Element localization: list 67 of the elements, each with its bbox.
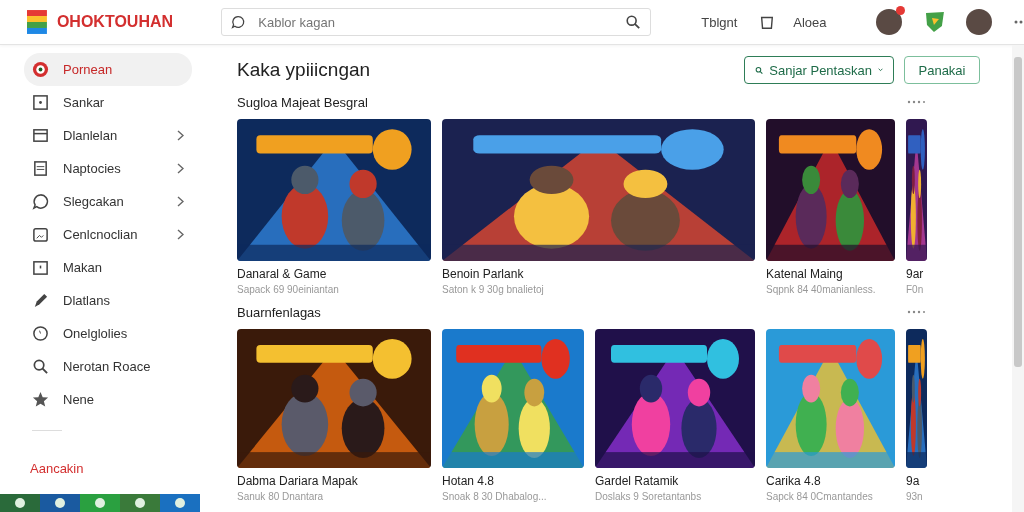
header-link[interactable]: Tblgnt <box>701 14 738 30</box>
logo-icon <box>27 10 47 34</box>
sidebar-item[interactable]: Onelglolies <box>24 317 192 350</box>
window-icon <box>32 127 49 144</box>
calendar-icon <box>32 259 49 276</box>
section-heading: Sugloa Majeat Besgral <box>237 94 369 110</box>
taskbar-icon[interactable] <box>160 494 200 512</box>
sidebar-item[interactable]: Cenlcnoclian <box>24 218 192 251</box>
sidebar-item[interactable]: Dlatlans <box>24 284 192 317</box>
square-icon <box>32 94 49 111</box>
clock-icon <box>32 325 49 342</box>
card-subtitle: Doslaks 9 Soretantanbs <box>595 491 703 502</box>
card-subtitle: Sanuk 80 Dnantara <box>237 491 325 502</box>
sidebar-item[interactable]: Pornean <box>24 53 192 86</box>
action-button[interactable]: Panakai <box>904 56 980 84</box>
filter-button[interactable]: Sanjar Pentaskan <box>744 56 894 84</box>
sidebar-item[interactable]: Nene <box>24 383 192 416</box>
avatar[interactable] <box>876 9 903 35</box>
card-title[interactable]: Dabma Dariara Mapak <box>237 474 431 488</box>
chat-icon <box>231 15 246 29</box>
taskbar-icon[interactable] <box>0 494 40 512</box>
card-subtitle: Sqpnk 84 40manianless. <box>766 284 877 295</box>
sidebar-item[interactable]: Naptocies <box>24 152 192 185</box>
sidebar-item[interactable]: Sankar <box>24 86 192 119</box>
section-heading: Buarnfenlagas <box>237 304 322 320</box>
bag-icon[interactable] <box>759 14 776 30</box>
more-icon[interactable] <box>1014 20 1024 24</box>
search-icon <box>625 14 642 30</box>
sidebar-item[interactable]: Makan <box>24 251 192 284</box>
sidebar-item[interactable]: Nerotan Roace <box>24 350 192 383</box>
star-icon <box>32 391 49 408</box>
taskbar-icon[interactable] <box>120 494 160 512</box>
card-subtitle: Saton k 9 30g bnalietoj <box>442 284 545 295</box>
card-title[interactable]: Hotan 4.8 <box>442 474 584 488</box>
search-field[interactable]: Kablor kagan <box>221 8 652 36</box>
card-title[interactable]: Benoin Parlank <box>442 267 755 281</box>
taskbar-icon[interactable] <box>80 494 120 512</box>
caret-icon <box>877 67 883 73</box>
card-subtitle: F0n <box>906 284 925 295</box>
search-icon <box>32 358 49 375</box>
card-title[interactable]: Danaral & Game <box>237 267 431 281</box>
header-link[interactable]: Aloea <box>793 14 827 30</box>
taskbar-icon[interactable] <box>40 494 80 512</box>
card-title[interactable]: 9a <box>906 474 927 488</box>
document-icon <box>32 160 49 177</box>
sidebar-item[interactable]: Dlanlelan <box>24 119 192 152</box>
card-title[interactable]: Gardel Ratamik <box>595 474 755 488</box>
chat-icon <box>32 193 49 210</box>
card-subtitle: Sapack 69 90einiantan <box>237 284 340 295</box>
brand-name: OHOKTOUHAN <box>56 13 175 31</box>
target-icon <box>32 61 49 78</box>
page-title: Kaka ypiiicngan <box>237 59 372 81</box>
image-icon <box>32 226 49 243</box>
more-icon[interactable] <box>907 100 925 104</box>
card-title[interactable]: Carika 4.8 <box>766 474 895 488</box>
shield-icon[interactable] <box>924 10 947 34</box>
card-subtitle: 93n <box>906 491 924 502</box>
card-title[interactable]: Katenal Maing <box>766 267 895 281</box>
more-icon[interactable] <box>907 310 925 314</box>
sidebar-item[interactable]: Slegcakan <box>24 185 192 218</box>
card-title[interactable]: 9ar <box>906 267 927 281</box>
card-subtitle: Sapck 84 0Cmantandes <box>766 491 874 502</box>
scrollbar[interactable] <box>1012 45 1024 512</box>
footer-link[interactable]: Aancakin <box>30 461 210 476</box>
avatar[interactable] <box>966 9 993 35</box>
card-subtitle: Snoak 8 30 Dhabalog... <box>442 491 548 502</box>
pen-icon <box>32 292 49 309</box>
